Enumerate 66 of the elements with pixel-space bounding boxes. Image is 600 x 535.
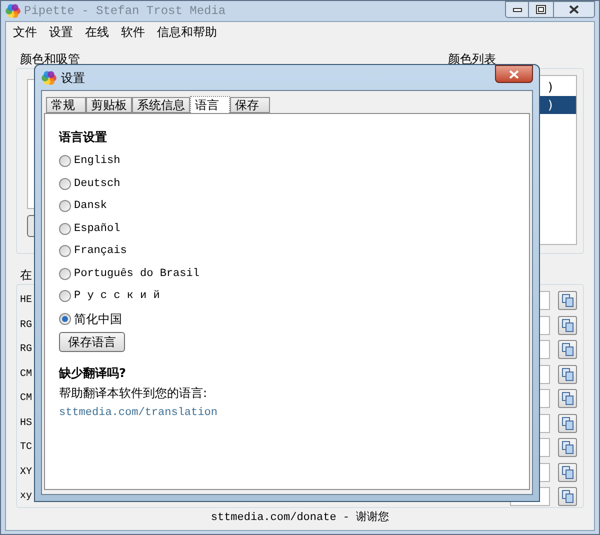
row-label: HE xyxy=(20,294,32,308)
copy-icon xyxy=(562,490,574,504)
row-label: TC xyxy=(20,441,32,456)
row-label: CM xyxy=(20,368,32,382)
close-button[interactable] xyxy=(553,1,595,18)
copy-button[interactable] xyxy=(558,438,577,458)
copy-button[interactable] xyxy=(558,462,577,482)
minimize-button[interactable] xyxy=(505,1,529,18)
close-button[interactable] xyxy=(495,65,533,83)
copy-button[interactable] xyxy=(558,340,577,360)
copy-button[interactable] xyxy=(558,389,577,408)
menu-item[interactable]: 软件 xyxy=(116,23,150,41)
window-title: Pipette - Stefan Trost Media xyxy=(24,3,226,20)
app-logo-icon xyxy=(5,3,21,19)
copy-icon xyxy=(562,368,574,381)
language-radio[interactable]: Dansk xyxy=(59,195,515,218)
save-language-button[interactable]: 保存语言 xyxy=(59,332,125,352)
row-label: HS xyxy=(20,416,32,431)
copy-icon xyxy=(562,441,574,454)
menu-item[interactable]: 信息和帮助 xyxy=(152,23,222,41)
maximize-button[interactable] xyxy=(529,1,553,18)
tab[interactable]: 常规 xyxy=(46,97,86,113)
row-label: RG xyxy=(20,343,32,358)
language-radio[interactable]: Español xyxy=(59,218,515,240)
group-label: 颜色列表 xyxy=(447,51,497,68)
group-label: 在 xyxy=(19,267,32,284)
copy-icon xyxy=(562,294,574,308)
copy-icon xyxy=(562,318,574,332)
language-radio[interactable]: English xyxy=(59,150,515,172)
close-icon xyxy=(509,70,519,78)
language-radio[interactable]: Français xyxy=(59,240,515,262)
donate-text: sttmedia.com/donate - 谢谢您 xyxy=(210,510,390,526)
copy-icon xyxy=(562,392,574,406)
language-radio[interactable]: Deutsch xyxy=(59,172,515,195)
language-radio[interactable]: Português do Brasil xyxy=(59,262,515,285)
menu-item[interactable]: 在线 xyxy=(80,23,114,41)
row-label: XY xyxy=(20,466,32,480)
help-text: 帮助翻译本软件到您的语言: xyxy=(59,385,208,402)
tab[interactable]: 剪贴板 xyxy=(86,97,132,113)
menu-item[interactable]: 设置 xyxy=(44,23,78,41)
row-label: xy xyxy=(20,490,32,504)
minimize-icon xyxy=(512,8,522,12)
language-radio[interactable]: 简化中国 xyxy=(59,308,515,330)
copy-icon xyxy=(562,343,574,356)
translation-link[interactable]: sttmedia.com/translation xyxy=(59,405,515,422)
dialog-title: 设置 xyxy=(61,70,85,86)
missing-translation-heading: 缺少翻译吗? xyxy=(59,365,127,382)
copy-button[interactable] xyxy=(558,316,577,335)
dialog-logo-icon xyxy=(41,70,57,86)
row-label: RG xyxy=(20,318,32,333)
copy-button[interactable] xyxy=(558,414,577,433)
section-heading: 语言设置 xyxy=(59,129,108,146)
language-radio[interactable]: Р у с с к и й xyxy=(59,285,515,308)
menu-item[interactable]: 文件 xyxy=(8,23,42,41)
copy-button[interactable] xyxy=(558,364,577,384)
copy-button[interactable] xyxy=(558,487,577,506)
close-icon xyxy=(569,5,579,14)
tab[interactable]: 语言 xyxy=(190,96,230,113)
tab[interactable]: 系统信息 xyxy=(132,97,190,113)
group-label: 颜色和吸管 xyxy=(19,51,81,68)
tab[interactable]: 保存 xyxy=(230,97,270,113)
row-label: CM xyxy=(20,392,32,406)
copy-button[interactable] xyxy=(558,291,577,310)
maximize-icon xyxy=(536,5,546,14)
copy-icon xyxy=(562,466,574,479)
copy-icon xyxy=(562,416,574,430)
